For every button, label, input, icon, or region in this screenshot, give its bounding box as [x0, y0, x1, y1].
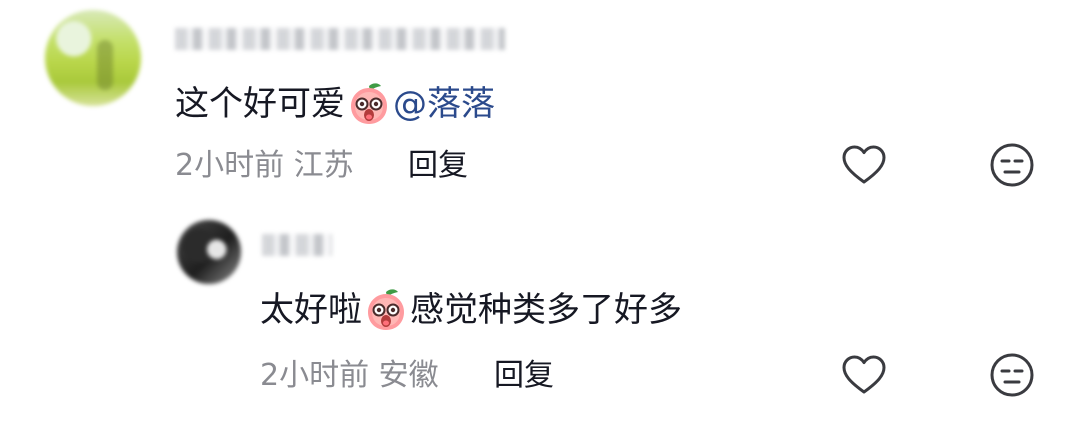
username-blurred[interactable] [262, 234, 332, 256]
reply-body-before: 太好啦 [260, 290, 362, 330]
meh-face-icon [988, 351, 1036, 403]
like-button[interactable] [840, 353, 888, 401]
timestamp: 2小时前 [175, 148, 285, 183]
avatar[interactable] [177, 220, 241, 284]
timestamp: 2小时前 [260, 358, 370, 393]
reply-text: 太好啦 感觉种类多了好多 [260, 288, 682, 332]
peach-face-emoji [364, 288, 408, 332]
mention-link[interactable]: @落落 [393, 82, 495, 126]
reply-body-after: 感觉种类多了好多 [410, 290, 682, 330]
reply-button[interactable]: 回复 [494, 356, 554, 396]
heart-icon [840, 141, 888, 193]
heart-icon [840, 351, 888, 403]
avatar[interactable] [45, 10, 141, 106]
comment-text: 这个好可爱 @落落 [175, 82, 495, 126]
reply-meta: 2小时前 安徽 [260, 356, 439, 396]
peach-face-emoji [347, 82, 391, 126]
location: 安徽 [378, 358, 439, 393]
location: 江苏 [293, 148, 354, 183]
meh-face-icon [988, 141, 1036, 193]
username-blurred[interactable] [175, 28, 505, 50]
like-button[interactable] [840, 143, 888, 191]
reply-button[interactable]: 回复 [408, 146, 468, 186]
dislike-button[interactable] [988, 143, 1036, 191]
dislike-button[interactable] [988, 353, 1036, 401]
comment-meta: 2小时前 江苏 [175, 146, 354, 186]
comment-body: 这个好可爱 [175, 84, 345, 124]
